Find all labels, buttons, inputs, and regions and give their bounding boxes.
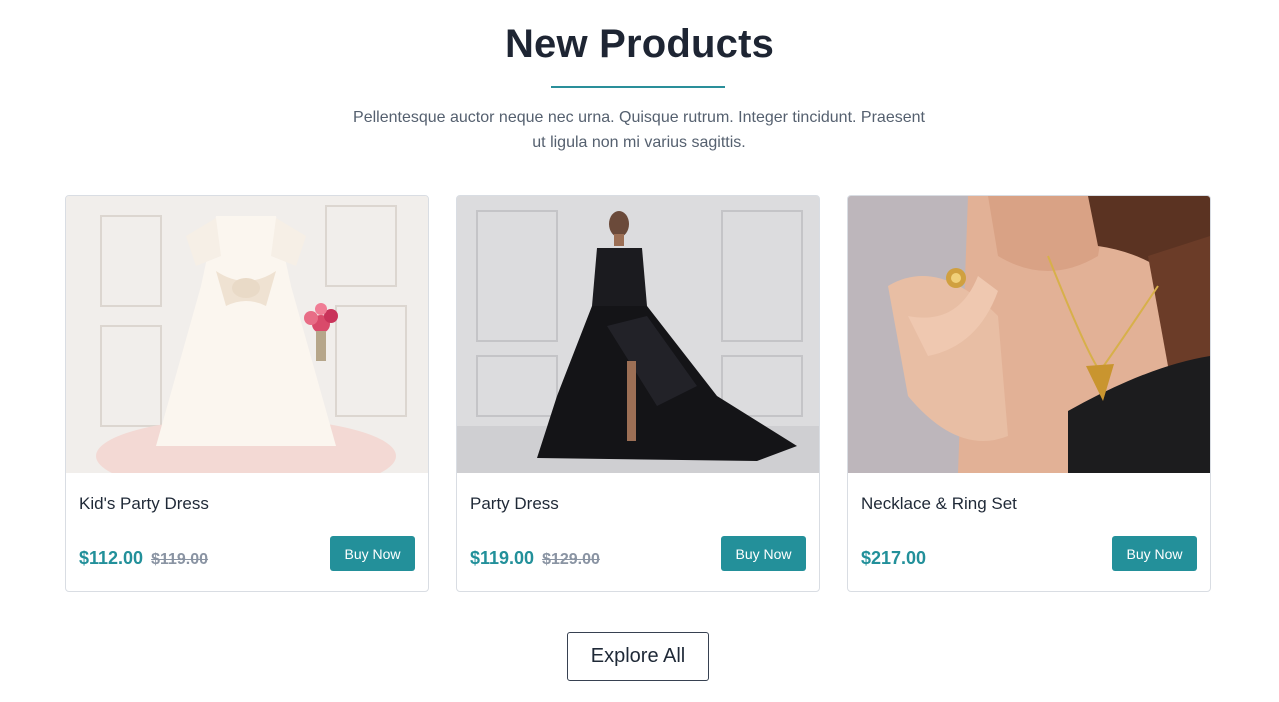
section-title: New Products	[504, 22, 775, 66]
buy-now-button[interactable]: Buy Now	[330, 536, 415, 571]
price-row: $112.00 $119.00	[79, 548, 208, 569]
product-name[interactable]: Kid's Party Dress	[79, 494, 209, 514]
subtitle-line-1: Pellentesque auctor neque nec urna. Quis…	[353, 109, 925, 126]
product-image-party-dress[interactable]	[457, 196, 819, 473]
product-image-kids-dress[interactable]	[66, 196, 428, 473]
product-old-price: $119.00	[151, 551, 209, 568]
section-subtitle: Pellentesque auctor neque nec urna. Quis…	[314, 106, 964, 155]
product-price: $112.00	[79, 548, 144, 568]
buy-now-button[interactable]: Buy Now	[721, 536, 806, 571]
product-price: $119.00	[470, 548, 535, 568]
jewelry-photo-icon	[848, 196, 1210, 473]
explore-all-button[interactable]: Explore All	[567, 632, 709, 681]
product-old-price: $129.00	[542, 551, 600, 568]
product-image-jewelry[interactable]	[848, 196, 1210, 473]
product-price: $217.00	[861, 548, 927, 568]
price-row: $119.00 $129.00	[470, 548, 600, 569]
subtitle-line-2: ut ligula non mi varius sagittis.	[532, 133, 746, 151]
buy-now-button[interactable]: Buy Now	[1112, 536, 1197, 571]
product-card-party-dress[interactable]: Party Dress $119.00 $129.00 Buy Now	[456, 195, 820, 592]
party-dress-photo-icon	[457, 196, 819, 473]
kids-dress-photo-icon	[66, 196, 428, 473]
product-card-kids-party-dress[interactable]: Kid's Party Dress $112.00 $119.00 Buy No…	[65, 195, 429, 592]
product-name[interactable]: Party Dress	[470, 494, 559, 514]
price-row: $217.00	[861, 548, 926, 569]
title-underline	[551, 86, 725, 88]
product-card-necklace-ring-set[interactable]: Necklace & Ring Set $217.00 Buy Now	[847, 195, 1211, 592]
product-name[interactable]: Necklace & Ring Set	[861, 494, 1017, 514]
